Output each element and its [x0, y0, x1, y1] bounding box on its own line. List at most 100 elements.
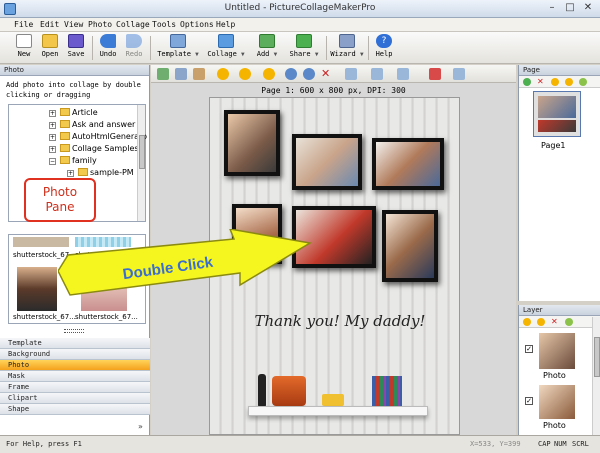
- minimize-button[interactable]: –: [544, 2, 560, 15]
- canvas-toolbar: ✕: [151, 65, 516, 83]
- menu-tools[interactable]: Tools: [152, 20, 176, 29]
- redo-button[interactable]: Redo: [122, 34, 146, 62]
- photo-pane-callout: Photo Pane: [24, 178, 96, 222]
- tree-item-family[interactable]: − family: [49, 156, 97, 165]
- category-template[interactable]: Template: [0, 338, 150, 349]
- send-backward-icon[interactable]: [239, 68, 251, 80]
- expand-plus-icon[interactable]: +: [49, 110, 56, 117]
- status-num: NUM: [554, 440, 567, 448]
- collage-caption[interactable]: Thank you! My daddy!: [230, 312, 450, 330]
- menu-bar: File Edit View Photo Collage Tools Optio…: [0, 18, 600, 32]
- toolbar-separator: [150, 36, 151, 60]
- collage-photo[interactable]: [372, 138, 444, 190]
- tree-item-collage-samples[interactable]: + Collage Samples: [49, 144, 139, 153]
- layer-thumbnail[interactable]: [539, 333, 575, 369]
- menu-photo[interactable]: Photo: [88, 20, 112, 29]
- chevron-down-icon: ▼: [195, 51, 199, 58]
- image-icon[interactable]: [157, 68, 169, 80]
- main-toolbar: New Open Save Undo Redo Template ▼ Colla…: [0, 32, 600, 64]
- refresh-layer-icon[interactable]: [565, 318, 573, 326]
- share-button[interactable]: Share ▼: [288, 34, 320, 62]
- category-background[interactable]: Background: [0, 349, 150, 360]
- photo-pane-header: Photo: [0, 65, 149, 76]
- menu-view[interactable]: View: [64, 20, 83, 29]
- collage-button[interactable]: Collage ▼: [206, 34, 246, 62]
- expand-plus-icon[interactable]: +: [49, 146, 56, 153]
- category-clipart[interactable]: Clipart: [0, 393, 150, 404]
- help-button[interactable]: ? Help: [372, 34, 396, 62]
- lamp-clipart[interactable]: [258, 374, 266, 408]
- expand-plus-icon[interactable]: +: [49, 134, 56, 141]
- close-button[interactable]: ✕: [580, 2, 596, 15]
- menu-options[interactable]: Options: [180, 20, 214, 29]
- properties-icon[interactable]: [453, 68, 465, 80]
- toy-car-clipart[interactable]: [322, 394, 344, 406]
- layer-up-icon[interactable]: [523, 318, 531, 326]
- rotate-right-icon[interactable]: [303, 68, 315, 80]
- zoom-icon[interactable]: [397, 68, 409, 80]
- add-button[interactable]: Add ▼: [252, 34, 282, 62]
- wizard-button[interactable]: Wizard ▼: [330, 34, 364, 62]
- layer-panel-header: Layer: [519, 305, 600, 316]
- collapse-minus-icon[interactable]: −: [49, 158, 56, 165]
- refresh-icon[interactable]: [579, 78, 587, 86]
- align-icon[interactable]: [345, 68, 357, 80]
- new-file-icon: [16, 34, 32, 48]
- scroll-thumb[interactable]: [139, 135, 145, 169]
- layer-down-icon[interactable]: [537, 318, 545, 326]
- move-icon[interactable]: [263, 68, 275, 80]
- tree-item-sample-pm[interactable]: + sample-PM: [67, 168, 134, 177]
- move-up-icon[interactable]: [551, 78, 559, 86]
- category-photo[interactable]: Photo: [0, 360, 150, 371]
- frame-icon[interactable]: [193, 68, 205, 80]
- expand-plus-icon[interactable]: +: [49, 122, 56, 129]
- category-shape[interactable]: Shape: [0, 404, 150, 415]
- chevron-double-down-icon[interactable]: »: [138, 422, 143, 431]
- page-thumbnail[interactable]: [533, 91, 581, 137]
- add-page-icon[interactable]: [523, 78, 531, 86]
- undo-button[interactable]: Undo: [96, 34, 120, 62]
- expand-plus-icon[interactable]: +: [67, 170, 74, 177]
- collage-photo[interactable]: [292, 134, 362, 190]
- scroll-thumb[interactable]: [594, 337, 600, 377]
- fit-icon[interactable]: [371, 68, 383, 80]
- tree-item-article[interactable]: + Article: [49, 108, 98, 117]
- move-down-icon[interactable]: [565, 78, 573, 86]
- menu-edit[interactable]: Edit: [40, 20, 59, 29]
- status-help-text: For Help, press F1: [6, 440, 82, 448]
- collage-photo[interactable]: [382, 210, 438, 282]
- layer-visibility-checkbox[interactable]: ✓: [525, 345, 533, 353]
- tree-item-ask-and-answer[interactable]: + Ask and answer: [49, 120, 135, 129]
- splitter-grip[interactable]: [64, 329, 84, 333]
- maximize-button[interactable]: □: [562, 2, 578, 15]
- double-click-arrow: Double Click: [58, 229, 313, 296]
- bring-forward-icon[interactable]: [217, 68, 229, 80]
- remove-icon[interactable]: [429, 68, 441, 80]
- template-button[interactable]: Template ▼: [156, 34, 200, 62]
- layer-visibility-checkbox[interactable]: ✓: [525, 397, 533, 405]
- suitcase-clipart[interactable]: [272, 376, 306, 406]
- menu-file[interactable]: File: [14, 20, 33, 29]
- tree-scrollbar[interactable]: [137, 105, 145, 221]
- layer-scrollbar[interactable]: [592, 317, 600, 435]
- undo-arrow-icon: [100, 34, 116, 48]
- chevron-down-icon: ▼: [273, 51, 278, 58]
- delete-layer-icon[interactable]: ✕: [551, 318, 559, 326]
- shelf-clipart[interactable]: [248, 406, 428, 416]
- menu-help[interactable]: Help: [216, 20, 235, 29]
- delete-icon[interactable]: ✕: [321, 68, 333, 80]
- photo-thumbnail[interactable]: [17, 267, 57, 311]
- layer-thumbnail[interactable]: [539, 385, 575, 419]
- collage-photo[interactable]: [224, 110, 280, 176]
- rotate-left-icon[interactable]: [285, 68, 297, 80]
- save-button[interactable]: Save: [64, 34, 88, 62]
- category-mask[interactable]: Mask: [0, 371, 150, 382]
- new-button[interactable]: New: [12, 34, 36, 62]
- delete-page-icon[interactable]: ✕: [537, 78, 545, 86]
- tree-item-autohtmlgenerator[interactable]: + AutoHtmlGenerato: [49, 132, 147, 141]
- menu-collage[interactable]: Collage: [116, 20, 150, 29]
- category-frame[interactable]: Frame: [0, 382, 150, 393]
- crop-icon[interactable]: [175, 68, 187, 80]
- open-button[interactable]: Open: [38, 34, 62, 62]
- books-clipart[interactable]: [372, 376, 402, 406]
